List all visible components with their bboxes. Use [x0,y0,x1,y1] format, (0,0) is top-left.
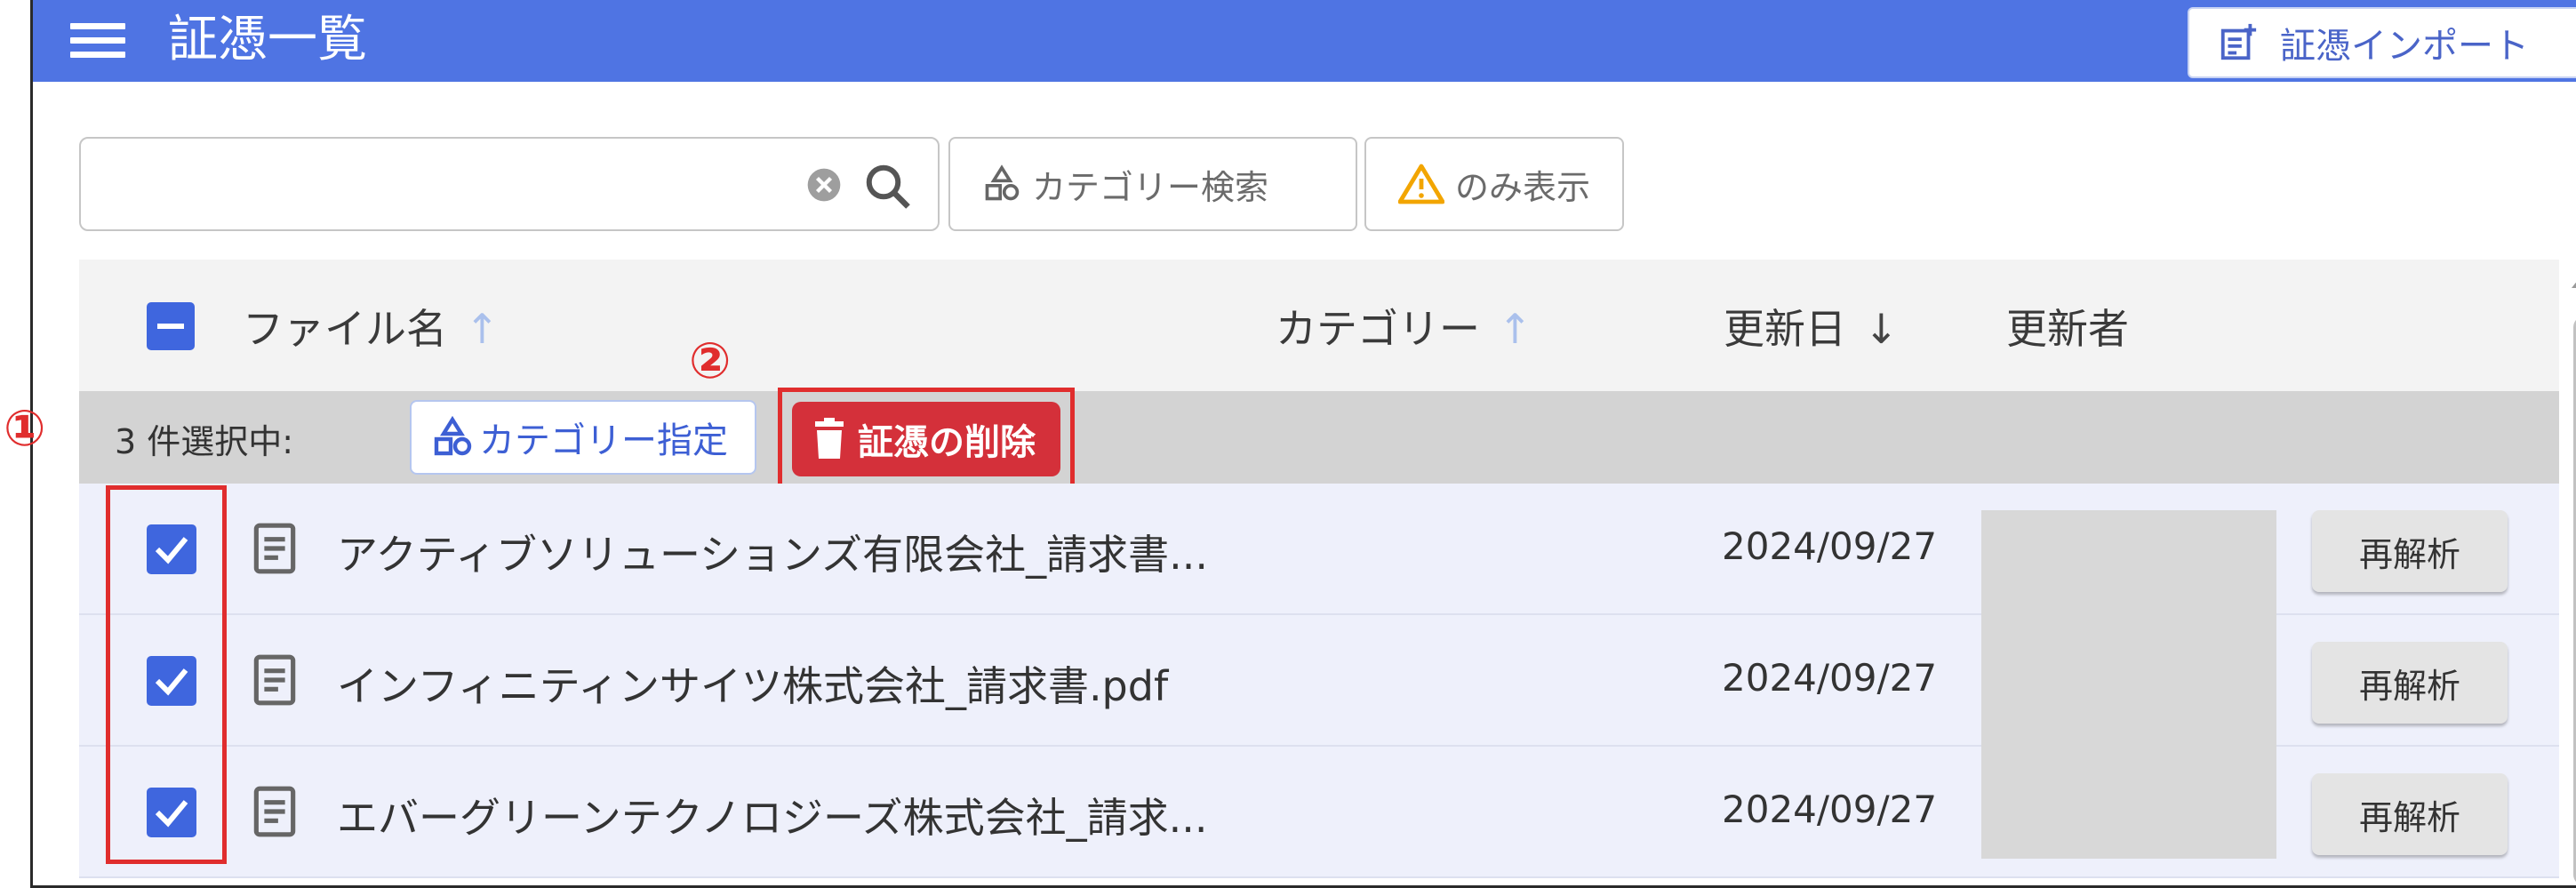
document-icon [253,523,296,574]
hamburger-menu-icon[interactable] [70,23,125,59]
warning-only-filter-button[interactable]: のみ表示 [1364,137,1624,231]
delete-button[interactable]: 証憑の削除 [792,402,1060,476]
reanalyze-button[interactable]: 再解析 [2312,510,2508,592]
category-shapes-icon [434,416,472,456]
sort-desc-icon: ↓ [1864,305,1899,353]
updated-date: 2024/09/27 [1722,788,1938,831]
import-button-label: 証憑インポート [2280,26,2529,67]
reanalyze-button[interactable]: 再解析 [2312,642,2508,724]
reanalyze-button[interactable]: 再解析 [2312,773,2508,855]
page-title: 証憑一覧 [168,11,367,68]
column-header-updated-date[interactable]: 更新日 ↓ [1724,297,1899,356]
app-bar: 証憑一覧 証憑インポート [33,0,2576,82]
assign-category-button[interactable]: カテゴリー指定 [410,400,756,475]
assign-category-label: カテゴリー指定 [479,420,728,461]
annotation-marker-1: ① [4,400,46,458]
column-header-file-name[interactable]: ファイル名 ↑ [243,297,500,356]
annotation-marker-2: ② [689,332,732,390]
import-button[interactable]: 証憑インポート [2188,7,2576,78]
sort-asc-icon: ↑ [1498,305,1532,353]
trash-icon [815,418,844,459]
updated-date: 2024/09/27 [1722,524,1938,568]
warning-only-label: のみ表示 [1455,167,1591,207]
search-icon[interactable] [861,160,915,213]
annotation-highlight-checkboxes [106,485,227,864]
selection-count: 3 件選択中: [115,422,294,461]
app-window: 証憑一覧 証憑インポート カテゴリー検索 のみ表示 ファイル名 ↑ カテゴリー … [30,0,2576,888]
clear-icon[interactable] [806,167,842,203]
redacted-updated-by [1981,510,2276,859]
scroll-up-icon[interactable] [2572,272,2576,288]
search-box [79,137,940,231]
category-search-label: カテゴリー検索 [1032,167,1269,207]
file-name[interactable]: インフィニティンサイツ株式会社_請求書.pdf [337,654,1168,713]
file-name[interactable]: アクティブソリューションズ有限会社_請求書... [337,523,1208,581]
document-icon [253,786,296,837]
column-header-category[interactable]: カテゴリー ↑ [1276,297,1532,356]
import-document-icon [2220,23,2257,60]
sort-asc-icon: ↑ [465,305,500,353]
file-name[interactable]: エバーグリーンテクノロジーズ株式会社_請求... [337,786,1208,844]
vertical-scrollbar[interactable] [2568,267,2576,885]
column-header-updated-by[interactable]: 更新者 [2006,297,2129,356]
updated-date: 2024/09/27 [1722,656,1938,700]
select-all-checkbox[interactable] [147,302,195,350]
delete-button-label: 証憑の削除 [858,422,1036,463]
table-header: ファイル名 ↑ カテゴリー ↑ 更新日 ↓ 更新者 [79,260,2559,391]
warning-icon [1398,164,1444,204]
document-icon [253,654,296,706]
category-shapes-icon [985,164,1020,201]
search-input[interactable] [99,156,774,212]
category-search-button[interactable]: カテゴリー検索 [948,137,1357,231]
